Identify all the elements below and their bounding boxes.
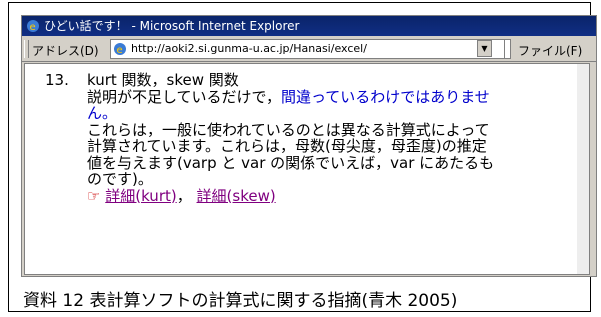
browser-window: e ひどい話です！ - Microsoft Internet Explorer … (21, 15, 597, 277)
address-label: アドレス(D) (32, 44, 99, 58)
svg-text:e: e (30, 22, 36, 33)
text-line-3: ん。 (87, 104, 118, 122)
window-title: ひどい話です！ - Microsoft Internet Explorer (44, 19, 300, 33)
vertical-scrollbar[interactable] (577, 64, 589, 274)
title-bar: e ひどい話です！ - Microsoft Internet Explorer (22, 16, 596, 36)
highlight-text: 間違っているわけではありませ (280, 87, 490, 106)
item-body: kurt 関数，skew 関数 説明が不足しているだけで，間違っているわけではあ… (87, 72, 567, 204)
toolbar-grip[interactable] (24, 40, 29, 58)
link-kurt[interactable]: 詳細(kurt) (105, 187, 177, 205)
page-icon: e (114, 43, 126, 56)
text-line-7: のです)。 (87, 170, 153, 188)
link-skew[interactable]: 詳細(skew) (197, 187, 276, 205)
figure-caption: 資料 12 表計算ソフトの計算式に関する指摘(青木 2005) (23, 291, 458, 311)
address-toolbar: アドレス(D) e http://aoki2.si.gunma-u.ac.jp/… (22, 37, 596, 62)
text-line-5: 計算されています。これらは，母数(母尖度，母歪度)の推定 (87, 137, 487, 155)
file-menu[interactable]: ファイル(F) (518, 42, 582, 59)
toolbar-separator (504, 40, 509, 58)
text-line-4: これらは，一般に使われているのとは異なる計算式によって (87, 120, 490, 139)
text-line-2: 説明が不足しているだけで，間違っているわけではありませ (87, 87, 567, 106)
address-input[interactable]: e http://aoki2.si.gunma-u.ac.jp/Hanasi/e… (110, 39, 511, 59)
svg-text:e: e (117, 45, 123, 56)
item-heading: kurt 関数，skew 関数 (87, 71, 239, 89)
links-line: ☞ 詳細(kurt)， 詳細(skew) (87, 186, 567, 205)
page-content: 13. kurt 関数，skew 関数 説明が不足しているだけで，間違っているわ… (24, 63, 590, 275)
address-dropdown-button[interactable]: ▼ (477, 40, 492, 57)
item-number: 13. (45, 71, 69, 89)
figure-frame: e ひどい話です！ - Microsoft Internet Explorer … (8, 2, 597, 312)
link-separator: ， (176, 186, 192, 205)
internet-explorer-icon: e (27, 20, 39, 33)
pointing-hand-icon: ☞ (87, 186, 101, 205)
address-url: http://aoki2.si.gunma-u.ac.jp/Hanasi/exc… (131, 42, 367, 55)
text-line-6: 値を与えます(varp と var の関係でいえば，var にあたるも (87, 153, 495, 172)
text-line-2a: 説明が不足しているだけで， (87, 87, 281, 106)
